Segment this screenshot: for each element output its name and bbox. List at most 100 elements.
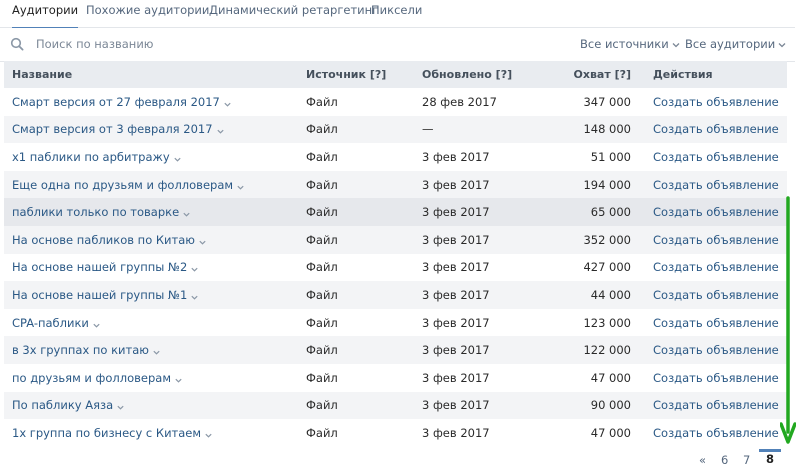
cell-name: 1х группа по бизнесу с Китаем [4, 419, 298, 447]
cell-reach: 194 000 [564, 170, 645, 199]
chevron-down-icon[interactable] [116, 401, 125, 411]
table-row: Смарт версия от 27 февраля 2017 Файл 28 фе… [4, 88, 787, 116]
audience-name-link[interactable]: На основе нашей группы №1 [12, 288, 187, 302]
green-down-arrow-icon [780, 196, 796, 444]
cell-updated: 3 фев 2017 [414, 225, 564, 254]
chevron-down-icon[interactable] [182, 208, 191, 217]
cell-reach: 148 000 [564, 115, 645, 144]
cell-name: Смарт версия от 3 февраля 2017 [4, 115, 298, 144]
create-ad-link[interactable]: Создать объявление [653, 95, 779, 109]
create-ad-link[interactable]: Создать объявление [653, 288, 779, 302]
audience-name-link[interactable]: Смарт версия от 3 февраля 2017 [12, 122, 213, 136]
cell-name: CPA-паблики [4, 309, 298, 337]
table-row: по друзьям и фолловерам Файл 3 фев 2017 47 … [4, 364, 787, 392]
audience-name-link[interactable]: По паблику Аяза [12, 398, 113, 412]
cell-source: Файл [298, 198, 414, 226]
cell-name: По паблику Аяза [4, 391, 298, 420]
cell-name: Еще одна по друзьям и фолловерам [4, 170, 298, 199]
cell-reach: 427 000 [583, 260, 631, 275]
audience-name-link[interactable]: паблики только по товарке [12, 205, 179, 219]
cell-name: паблики только по товарке [4, 198, 298, 226]
create-ad-link[interactable]: Создать объявление [653, 260, 779, 274]
table-row: х1 паблики по арбитражу Файл 3 фев 2017 51 … [4, 143, 787, 171]
cell-updated: 3 фев 2017 [422, 370, 490, 385]
tab-pixels[interactable]: Пиксели [371, 2, 422, 29]
create-ad-link[interactable]: Создать объявление [653, 122, 779, 136]
chevron-down-icon[interactable] [92, 319, 101, 328]
audience-name-link[interactable]: CPA-паблики [12, 316, 89, 330]
create-ad-link[interactable]: Создать объявление [653, 426, 779, 440]
reach-help-icon[interactable]: [?] [615, 68, 631, 81]
create-ad-link[interactable]: Создать объявление [653, 150, 779, 164]
chevron-down-icon[interactable] [223, 98, 232, 107]
audience-name-link[interactable]: 1х группа по бизнесу с Китаем [12, 426, 201, 440]
create-ad-link[interactable]: Создать объявление [653, 343, 779, 357]
pagination-page-7[interactable]: 7 [743, 453, 750, 467]
table-row: 1х группа по бизнесу с Китаем Файл 3 фев 2… [4, 419, 787, 447]
table-row: На основе нашей группы №1 Файл 3 фев 2017 4… [4, 281, 787, 309]
cell-reach: 347 000 [583, 94, 631, 109]
create-ad-link[interactable]: Создать объявление [653, 178, 779, 192]
cell-updated: 3 фев 2017 [414, 281, 564, 309]
cell-updated: 3 фев 2017 [422, 260, 490, 275]
pagination-prev[interactable]: « [699, 453, 706, 467]
table-row: паблики только по товарке Файл 3 фев 2017 6… [4, 198, 787, 226]
cell-source: Файл [306, 94, 338, 109]
audience-name-link[interactable]: в 3х группах по китаю [12, 343, 149, 357]
audience-name-link[interactable]: На основе нашей группы №2 [12, 260, 187, 274]
create-ad-link[interactable]: Создать объявление [653, 205, 779, 219]
audiences-filter-dropdown[interactable]: Все аудитории [685, 37, 787, 51]
cell-actions: Создать объявление [645, 225, 787, 254]
cell-actions: Создать объявление [645, 391, 787, 420]
audience-name-link[interactable]: Смарт версия от 27 февраля 2017 [12, 95, 220, 109]
audience-name-link[interactable]: х1 паблики по арбитражу [12, 150, 170, 164]
audience-name-link[interactable]: На основе пабликов по Китаю [12, 233, 195, 247]
cell-reach: 51 000 [590, 149, 631, 164]
chevron-down-icon[interactable] [190, 291, 199, 300]
pagination-page-6[interactable]: 6 [721, 453, 728, 467]
table-row: На основе пабликов по Китаю Файл 3 фев 201… [4, 225, 787, 254]
search-bar: Все источники Все аудитории [0, 28, 795, 62]
chevron-down-icon[interactable] [152, 346, 161, 355]
audience-name-link[interactable]: Еще одна по друзьям и фолловерам [12, 178, 233, 192]
create-ad-link[interactable]: Создать объявление [653, 398, 779, 412]
cell-reach: 47 000 [590, 425, 631, 440]
search-input[interactable] [30, 33, 462, 55]
chevron-down-icon[interactable] [190, 263, 199, 273]
create-ad-link[interactable]: Создать объявление [653, 371, 779, 385]
create-ad-link[interactable]: Создать объявление [653, 316, 779, 330]
sources-filter-dropdown[interactable]: Все источники [580, 37, 681, 51]
chevron-down-icon[interactable] [204, 429, 213, 438]
cell-updated: 3 фев 2017 [422, 149, 490, 164]
cell-actions: Создать объявление [645, 309, 787, 337]
chevron-down-icon[interactable] [173, 153, 182, 162]
chevron-down-icon[interactable] [198, 236, 207, 245]
tab-dynamic-retargeting[interactable]: Динамический ретаргетинг [209, 2, 378, 29]
cell-actions: Создать объявление [645, 88, 787, 116]
chevron-down-icon[interactable] [216, 125, 225, 135]
cell-name: х1 паблики по арбитражу [4, 143, 298, 171]
cell-source: Файл [306, 370, 338, 385]
cell-name: по друзьям и фолловерам [4, 364, 298, 392]
cell-updated: 3 фев 2017 [414, 336, 564, 364]
updated-help-icon[interactable]: [?] [496, 68, 512, 81]
create-ad-link[interactable]: Создать объявление [653, 233, 779, 247]
audience-name-link[interactable]: по друзьям и фолловерам [12, 371, 171, 385]
cell-reach: 122 000 [564, 336, 645, 364]
search-icon [10, 37, 24, 51]
cell-updated: 3 фев 2017 [422, 425, 490, 440]
chevron-down-icon[interactable] [174, 374, 183, 383]
tab-bar: Аудитории Похожие аудитории Динамический… [0, 0, 795, 29]
cell-updated: 3 фев 2017 [414, 170, 564, 199]
tab-audiences[interactable]: Аудитории [12, 2, 79, 29]
pagination-page-8-current[interactable]: 8 [759, 449, 781, 466]
table-row: Смарт версия от 3 февраля 2017 Файл —148 0… [4, 115, 787, 144]
tab-similar-audiences[interactable]: Похожие аудитории [86, 2, 209, 29]
chevron-down-icon[interactable] [236, 181, 245, 190]
cell-source: Файл [298, 225, 414, 254]
cell-actions: Создать объявление [645, 170, 787, 199]
source-help-icon[interactable]: [?] [370, 68, 386, 81]
column-header-updated: Обновлено [?] [414, 61, 564, 88]
table-row: На основе нашей группы №2 Файл 3 фев 2017 4… [4, 254, 787, 282]
cell-actions: Создать объявление [645, 143, 787, 171]
